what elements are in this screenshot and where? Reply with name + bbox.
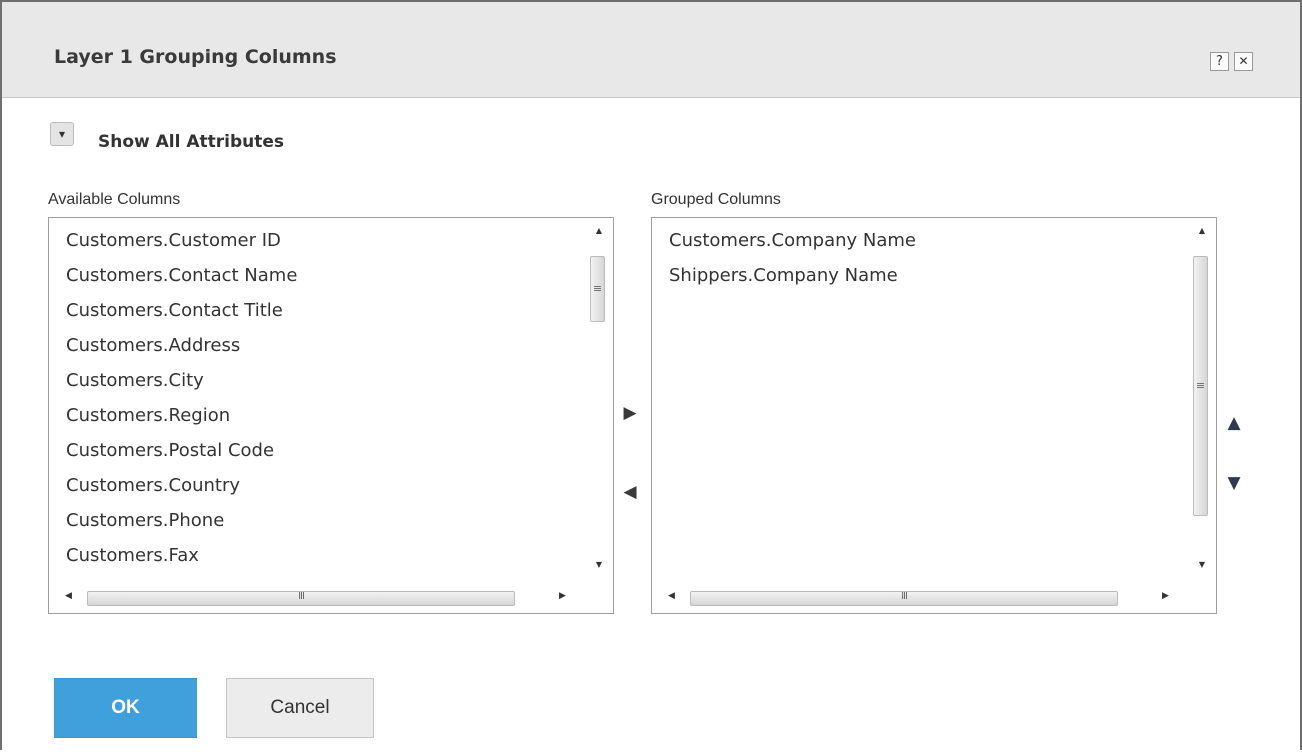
list-item[interactable]: Customers.Fax xyxy=(66,543,297,578)
grouped-columns-label: Grouped Columns xyxy=(651,191,781,208)
available-horizontal-scrollbar[interactable]: ◀ III ▶ xyxy=(49,585,585,613)
scroll-down-icon[interactable]: ▼ xyxy=(1188,560,1216,569)
horizontal-scroll-thumb[interactable]: III xyxy=(690,591,1118,606)
list-item[interactable]: Customers.Postal Code xyxy=(66,438,297,473)
scroll-up-icon[interactable]: ▲ xyxy=(1188,226,1216,235)
scrollbar-corner xyxy=(585,585,613,613)
list-item[interactable]: Customers.Country xyxy=(66,473,297,508)
list-item[interactable]: Customers.Phone xyxy=(66,508,297,543)
grouped-items: Customers.Company Name Shippers.Company N… xyxy=(669,228,916,298)
grip-icon: III xyxy=(901,591,908,602)
list-item[interactable]: Customers.Address xyxy=(66,333,297,368)
dialog-titlebar: Layer 1 Grouping Columns ? ✕ xyxy=(2,2,1300,98)
move-up-icon[interactable]: ▲ xyxy=(1224,413,1244,433)
available-columns-list[interactable]: Customers.Customer ID Customers.Contact N… xyxy=(48,217,614,614)
add-to-grouped-icon[interactable]: ▶ xyxy=(620,403,640,423)
grip-icon: III xyxy=(298,591,305,602)
dialog-title: Layer 1 Grouping Columns xyxy=(54,46,337,68)
help-icon[interactable]: ? xyxy=(1210,52,1229,71)
grouping-columns-dialog: Layer 1 Grouping Columns ? ✕ ▾ Show All … xyxy=(0,0,1302,750)
list-item[interactable]: Shippers.Company Name xyxy=(669,263,916,298)
grip-icon: ≡ xyxy=(592,282,603,295)
available-items: Customers.Customer ID Customers.Contact N… xyxy=(66,228,297,578)
list-item[interactable]: Customers.Region xyxy=(66,403,297,438)
expand-toggle-icon[interactable]: ▾ xyxy=(50,122,74,146)
show-all-attributes-label[interactable]: Show All Attributes xyxy=(98,132,284,152)
scroll-left-icon[interactable]: ◀ xyxy=(65,591,72,601)
horizontal-scroll-thumb[interactable]: III xyxy=(87,591,515,606)
scroll-up-icon[interactable]: ▲ xyxy=(585,226,613,235)
scroll-right-icon[interactable]: ▶ xyxy=(559,591,566,601)
move-down-icon[interactable]: ▼ xyxy=(1224,473,1244,493)
grouped-vertical-scrollbar[interactable]: ▲ ≡ ▼ xyxy=(1188,218,1216,586)
list-item[interactable]: Customers.Contact Title xyxy=(66,298,297,333)
grouped-horizontal-scrollbar[interactable]: ◀ III ▶ xyxy=(652,585,1188,613)
scrollbar-corner xyxy=(1188,585,1216,613)
grip-icon: ≡ xyxy=(1195,379,1206,392)
scroll-right-icon[interactable]: ▶ xyxy=(1162,591,1169,601)
grouped-columns-list[interactable]: Customers.Company Name Shippers.Company N… xyxy=(651,217,1217,614)
available-vertical-scrollbar[interactable]: ▲ ≡ ▼ xyxy=(585,218,613,586)
list-item[interactable]: Customers.City xyxy=(66,368,297,403)
list-item[interactable]: Customers.Contact Name xyxy=(66,263,297,298)
vertical-scroll-thumb[interactable]: ≡ xyxy=(590,256,605,322)
list-item[interactable]: Customers.Company Name xyxy=(669,228,916,263)
remove-from-grouped-icon[interactable]: ◀ xyxy=(620,482,640,502)
vertical-scroll-thumb[interactable]: ≡ xyxy=(1193,256,1208,516)
list-item[interactable]: Customers.Customer ID xyxy=(66,228,297,263)
ok-button[interactable]: OK xyxy=(54,678,197,738)
cancel-button[interactable]: Cancel xyxy=(226,678,374,738)
close-icon[interactable]: ✕ xyxy=(1234,52,1253,71)
scroll-left-icon[interactable]: ◀ xyxy=(668,591,675,601)
scroll-down-icon[interactable]: ▼ xyxy=(585,560,613,569)
available-columns-label: Available Columns xyxy=(48,191,181,208)
